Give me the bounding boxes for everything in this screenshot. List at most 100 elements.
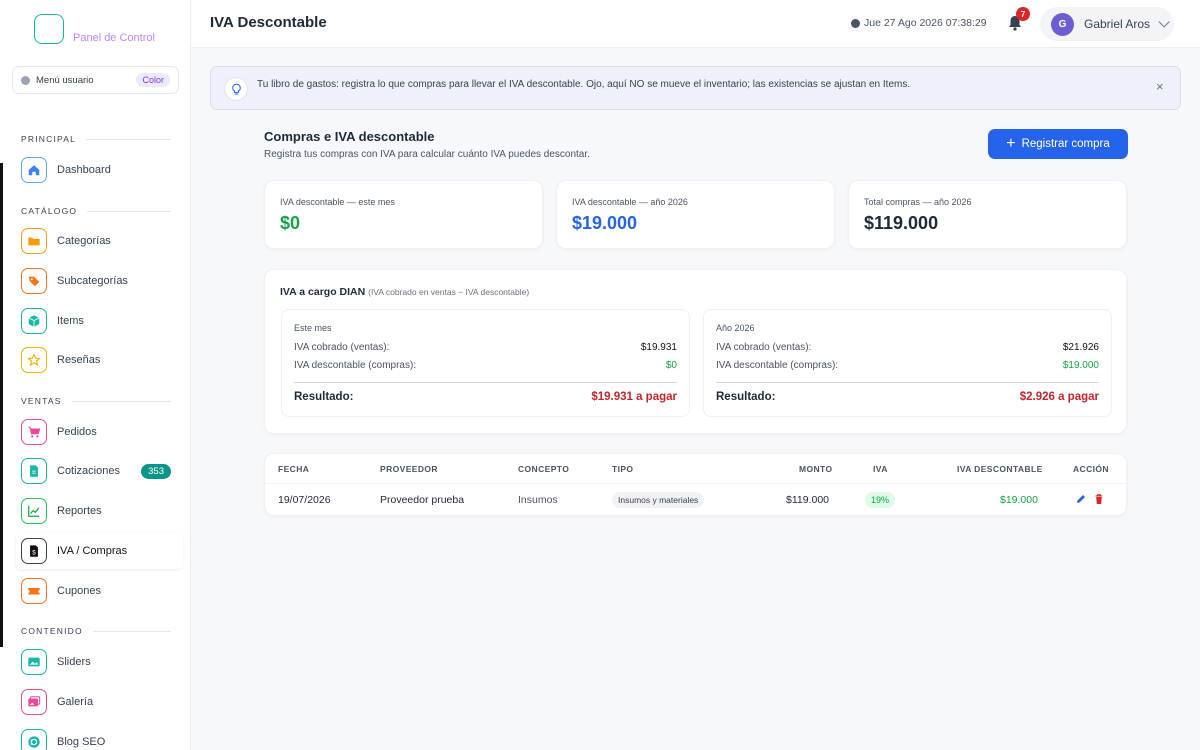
star-icon [21, 347, 47, 373]
sidebar-item-label: Dashboard [57, 164, 111, 176]
stat-card-month: IVA descontable — este mes $0 [264, 180, 543, 249]
result-value: $19.931 a pagar [591, 391, 677, 403]
user-name: Gabriel Aros [1084, 17, 1151, 31]
invoice-dollar-icon: $ [21, 538, 47, 564]
close-icon[interactable]: × [1156, 79, 1164, 94]
blog-icon [21, 729, 47, 750]
cart-icon [21, 419, 47, 445]
sidebar-item-label: Blog SEO [57, 736, 106, 748]
row-value: $19.931 [640, 342, 677, 353]
sidebar-item-label: Sliders [57, 656, 91, 668]
sidebar-item-label: Cupones [57, 585, 102, 597]
register-purchase-label: Registrar compra [1021, 138, 1110, 150]
svg-text:$: $ [32, 550, 36, 557]
sidebar-item-items[interactable]: Items [16, 303, 183, 339]
tags-icon [21, 268, 47, 294]
page-title: IVA Descontable [210, 14, 327, 31]
stat-card-total: Total compras — año 2026 $119.000 [848, 180, 1127, 249]
notification-count-badge: 7 [1016, 7, 1030, 21]
stat-label: IVA descontable — este mes [280, 197, 395, 207]
sidebar-item-blog-seo[interactable]: Blog SEO [16, 724, 183, 750]
purchases-table: FECHA PROVEEDOR CONCEPTO TIPO MONTO IVA … [264, 453, 1127, 516]
type-chip: Insumos y materiales [612, 492, 705, 508]
dian-month-head: Este mes [294, 323, 332, 333]
datetime-display: Jue 27 Ago 2026 07:38:29 [851, 17, 987, 29]
dian-panel: IVA a cargo DIAN (IVA cobrado en ventas … [264, 269, 1127, 434]
sidebar-item-galeria[interactable]: Galería [16, 684, 183, 720]
sidebar-item-label: Categorías [57, 235, 111, 247]
dian-title: IVA a cargo DIAN (IVA cobrado en ventas … [280, 286, 529, 298]
palette-icon [21, 75, 30, 85]
th-concepto[interactable]: CONCEPTO [518, 464, 569, 474]
result-label: Resultado: [716, 391, 776, 403]
user-profile-menu[interactable]: G Gabriel Aros [1040, 7, 1174, 41]
sidebar-item-cupones[interactable]: Cupones [16, 573, 183, 609]
info-alert: Tu libro de gastos: registra lo que comp… [210, 66, 1181, 110]
cell-fecha: 19/07/2026 [278, 494, 331, 506]
sidebar-item-subcategorias[interactable]: Subcategorías [16, 263, 183, 299]
dian-year-result: Resultado: $2.926 a pagar [716, 391, 1099, 403]
th-fecha[interactable]: FECHA [278, 464, 309, 474]
cell-concepto: Insumos [518, 494, 558, 506]
register-purchase-button[interactable]: + Registrar compra [988, 129, 1128, 159]
result-label: Resultado: [294, 391, 354, 403]
trash-icon[interactable] [1093, 493, 1105, 505]
row-label: IVA cobrado (ventas): [294, 342, 390, 353]
sidebar-item-label: Galería [57, 696, 94, 708]
th-proveedor[interactable]: PROVEEDOR [380, 464, 438, 474]
sidebar-item-sliders[interactable]: Sliders [16, 644, 183, 680]
sidebar-item-cotizaciones[interactable]: Cotizaciones 353 [16, 453, 183, 489]
gallery-icon [21, 689, 47, 715]
lightbulb-icon [224, 77, 248, 101]
sidebar-item-label: Subcategorías [57, 275, 128, 287]
stat-value: $19.000 [572, 213, 638, 233]
row-label: IVA descontable (compras): [716, 360, 839, 371]
divider [716, 382, 1099, 383]
sidebar-item-resenas[interactable]: Reseñas [16, 342, 183, 378]
dian-year-card: Año 2026 IVA cobrado (ventas): $21.926 I… [703, 309, 1112, 417]
row-label: IVA cobrado (ventas): [716, 342, 812, 353]
row-label: IVA descontable (compras): [294, 360, 417, 371]
sidebar-item-pedidos[interactable]: Pedidos [16, 414, 183, 450]
sidebar-item-iva-compras[interactable]: $ IVA / Compras [16, 533, 183, 569]
sidebar-item-reportes[interactable]: Reportes [16, 493, 183, 529]
sidebar-item-label: Items [57, 315, 84, 327]
row-value: $0 [665, 360, 677, 371]
cube-icon [21, 308, 47, 334]
th-tipo[interactable]: TIPO [612, 464, 633, 474]
th-iva[interactable]: IVA [873, 464, 888, 474]
user-menu-label: Menú usuario [36, 74, 94, 86]
edit-pencil-icon[interactable] [1075, 493, 1087, 505]
cotizaciones-count-badge: 353 [141, 463, 171, 479]
th-monto[interactable]: MONTO [799, 464, 832, 474]
section-catalogo: CATÁLOGO [21, 206, 171, 216]
stat-label: IVA descontable — año 2026 [572, 197, 688, 207]
brand-title: Panel de Control [73, 32, 155, 44]
brand-logo[interactable] [34, 14, 64, 44]
sidebar-item-categorias[interactable]: Categorías [16, 223, 183, 259]
user-menu-toggle[interactable]: Menú usuario Color [12, 66, 179, 94]
plus-icon: + [1006, 135, 1016, 152]
dian-title-text: IVA a cargo DIAN [280, 286, 366, 298]
cell-proveedor: Proveedor prueba [380, 494, 465, 506]
iva-rate-badge: 19% [865, 492, 896, 508]
dian-month-cobrado-row: IVA cobrado (ventas): $19.931 [294, 342, 677, 353]
dian-year-head: Año 2026 [716, 323, 755, 333]
dian-month-result: Resultado: $19.931 a pagar [294, 391, 677, 403]
sidebar-item-label: Reseñas [57, 354, 101, 366]
sidebar: Panel de Control Menú usuario Color PRIN… [0, 0, 191, 750]
sidebar-item-label: Cotizaciones [57, 465, 120, 477]
home-icon [21, 157, 47, 183]
result-value: $2.926 a pagar [1019, 391, 1099, 403]
folder-icon [21, 228, 47, 254]
th-iva-descontable[interactable]: IVA DESCONTABLE [957, 464, 1043, 474]
sidebar-item-label: Pedidos [57, 426, 97, 438]
sidebar-item-dashboard[interactable]: Dashboard [16, 152, 183, 188]
section-ventas: VENTAS [21, 396, 171, 406]
color-tag[interactable]: Color [136, 73, 170, 87]
dian-month-card: Este mes IVA cobrado (ventas): $19.931 I… [281, 309, 690, 417]
table-header: FECHA PROVEEDOR CONCEPTO TIPO MONTO IVA … [265, 454, 1126, 484]
section-title: Compras e IVA descontable [264, 129, 435, 144]
dian-year-cobrado-row: IVA cobrado (ventas): $21.926 [716, 342, 1099, 353]
row-value: $21.926 [1062, 342, 1099, 353]
